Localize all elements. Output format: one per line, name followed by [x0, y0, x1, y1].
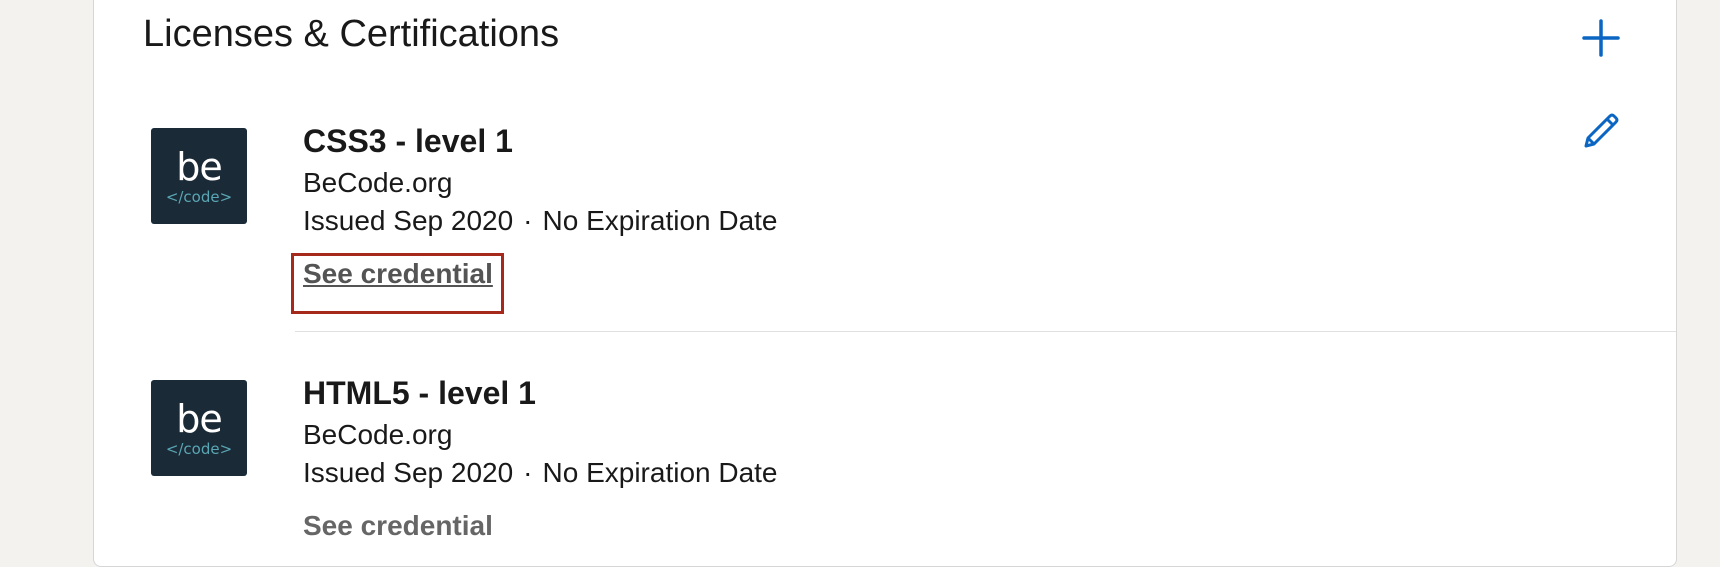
see-credential-link[interactable]: See credential: [303, 509, 493, 543]
certification-organization: BeCode.org: [303, 167, 453, 198]
expiration-text: No Expiration Date: [542, 457, 778, 488]
logo-text: be: [176, 397, 222, 441]
section-title: Licenses & Certifications: [143, 13, 560, 55]
separator-dot: ·: [523, 205, 533, 236]
logo-subtext: </code>: [165, 188, 233, 206]
entry-divider: [295, 331, 1676, 332]
certification-dates: Issued Sep 2020 · No Expiration Date: [303, 204, 778, 238]
separator-dot: ·: [523, 457, 533, 488]
issued-date: Issued Sep 2020: [303, 457, 514, 488]
certification-title: HTML5 - level 1: [303, 375, 536, 411]
expiration-text: No Expiration Date: [542, 205, 778, 236]
organization-logo[interactable]: be </code>: [151, 380, 247, 476]
issued-date: Issued Sep 2020: [303, 205, 514, 236]
certification-dates: Issued Sep 2020 · No Expiration Date: [303, 456, 778, 490]
licenses-certifications-card: Licenses & Certifications be </code> CSS…: [93, 0, 1677, 567]
edit-certifications-button[interactable]: [1573, 103, 1629, 159]
plus-icon: [1582, 19, 1620, 57]
certification-organization: BeCode.org: [303, 419, 453, 450]
logo-text: be: [176, 145, 222, 189]
logo-subtext: </code>: [165, 440, 233, 458]
see-credential-link[interactable]: See credential: [303, 257, 493, 291]
certification-title: CSS3 - level 1: [303, 123, 513, 159]
pencil-icon: [1584, 113, 1619, 148]
add-certification-button[interactable]: [1573, 10, 1629, 66]
organization-logo[interactable]: be </code>: [151, 128, 247, 224]
